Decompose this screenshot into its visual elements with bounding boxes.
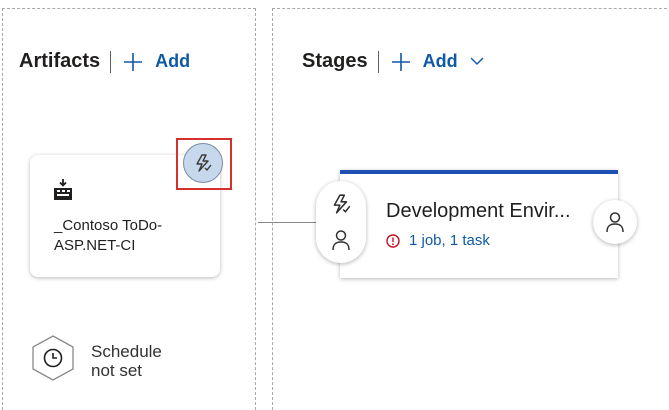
clock-icon[interactable] bbox=[30, 334, 76, 382]
trigger-circle bbox=[183, 143, 223, 183]
add-artifact-button[interactable]: Add bbox=[123, 51, 190, 72]
pre-deployment-conditions[interactable] bbox=[316, 181, 366, 263]
artifact-name: _Contoso ToDo- ASP.NET-CI bbox=[54, 216, 162, 256]
plus-icon bbox=[391, 52, 410, 71]
stages-title: Stages bbox=[302, 50, 368, 72]
stage-status-text: 1 job, 1 task bbox=[409, 232, 490, 249]
lightning-check-icon[interactable] bbox=[330, 193, 352, 215]
add-stage-button[interactable]: Add bbox=[391, 51, 496, 72]
person-icon bbox=[606, 212, 624, 233]
schedule-line1: Schedule bbox=[91, 342, 162, 361]
plus-icon bbox=[124, 52, 143, 71]
artifacts-header: Artifacts Add bbox=[19, 50, 190, 73]
post-deployment-approvals-button[interactable] bbox=[593, 200, 637, 244]
artifact-name-line2: ASP.NET-CI bbox=[54, 237, 136, 254]
person-icon[interactable] bbox=[331, 229, 351, 251]
header-separator bbox=[377, 50, 379, 73]
error-circle-icon bbox=[386, 233, 400, 248]
stage-card[interactable]: Development Envir... 1 job, 1 task bbox=[340, 170, 618, 278]
header-separator bbox=[110, 50, 112, 73]
schedule-status[interactable]: Schedule not set bbox=[91, 342, 162, 380]
chevron-down-icon[interactable] bbox=[470, 57, 496, 66]
lightning-check-icon bbox=[196, 154, 212, 172]
add-stage-label: Add bbox=[422, 51, 458, 71]
continuous-deployment-trigger-button[interactable] bbox=[176, 138, 232, 190]
stage-title[interactable]: Development Envir... bbox=[386, 200, 571, 223]
stages-header: Stages Add bbox=[302, 50, 496, 73]
artifact-name-line1: _Contoso ToDo- bbox=[54, 217, 163, 234]
stage-status-link[interactable]: 1 job, 1 task bbox=[386, 232, 490, 249]
schedule-line2: not set bbox=[91, 361, 143, 380]
stage-accent-bar bbox=[340, 170, 618, 174]
build-pipeline-icon bbox=[54, 179, 72, 200]
artifacts-title: Artifacts bbox=[19, 50, 101, 72]
add-artifact-label: Add bbox=[155, 51, 191, 71]
